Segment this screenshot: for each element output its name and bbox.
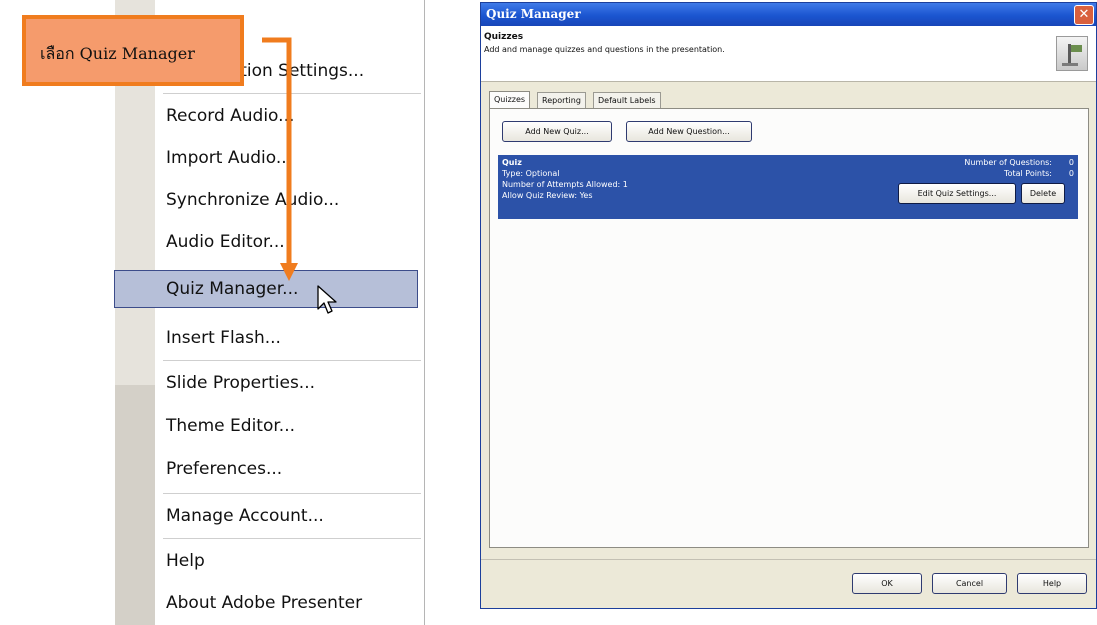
dialog-footer: OK Cancel Help [481, 556, 1096, 608]
quiz-logo-icon [1056, 36, 1088, 71]
number-of-questions-value: 0 [1068, 158, 1074, 167]
quiz-review: Allow Quiz Review: Yes [502, 191, 593, 200]
quiz-name: Quiz [502, 158, 522, 167]
dialog-title: Quiz Manager [486, 7, 581, 21]
cancel-button[interactable]: Cancel [932, 573, 1007, 594]
banner-title: Quizzes [484, 32, 524, 42]
total-points-label: Total Points: [1004, 169, 1052, 178]
edit-quiz-settings-button[interactable]: Edit Quiz Settings... [898, 183, 1016, 204]
total-points-value: 0 [1068, 169, 1074, 178]
tab-default-labels[interactable]: Default Labels [593, 92, 661, 108]
help-button[interactable]: Help [1017, 573, 1087, 594]
dialog-banner: Quizzes Add and manage quizzes and quest… [481, 26, 1096, 82]
quiz-attempts: Number of Attempts Allowed: 1 [502, 180, 628, 189]
delete-button[interactable]: Delete [1021, 183, 1065, 204]
quiz-type: Type: Optional [502, 169, 560, 178]
tab-quizzes[interactable]: Quizzes [489, 91, 531, 109]
ok-button[interactable]: OK [852, 573, 922, 594]
dialog-titlebar: Quiz Manager ✕ [481, 3, 1096, 26]
add-new-question-button[interactable]: Add New Question... [626, 121, 752, 142]
quiz-manager-dialog: Quiz Manager ✕ Quizzes Add and manage qu… [480, 2, 1097, 609]
tab-reporting[interactable]: Reporting [537, 92, 586, 108]
mouse-cursor-icon [317, 285, 337, 314]
add-new-quiz-button[interactable]: Add New Quiz... [502, 121, 612, 142]
quizzes-panel: Add New Quiz... Add New Question... Quiz… [489, 108, 1089, 548]
quiz-row[interactable]: Quiz Type: Optional Number of Attempts A… [498, 155, 1078, 219]
close-button[interactable]: ✕ [1074, 5, 1094, 25]
number-of-questions-label: Number of Questions: [964, 158, 1052, 167]
footer-divider [481, 559, 1096, 560]
banner-description: Add and manage quizzes and questions in … [484, 45, 725, 54]
